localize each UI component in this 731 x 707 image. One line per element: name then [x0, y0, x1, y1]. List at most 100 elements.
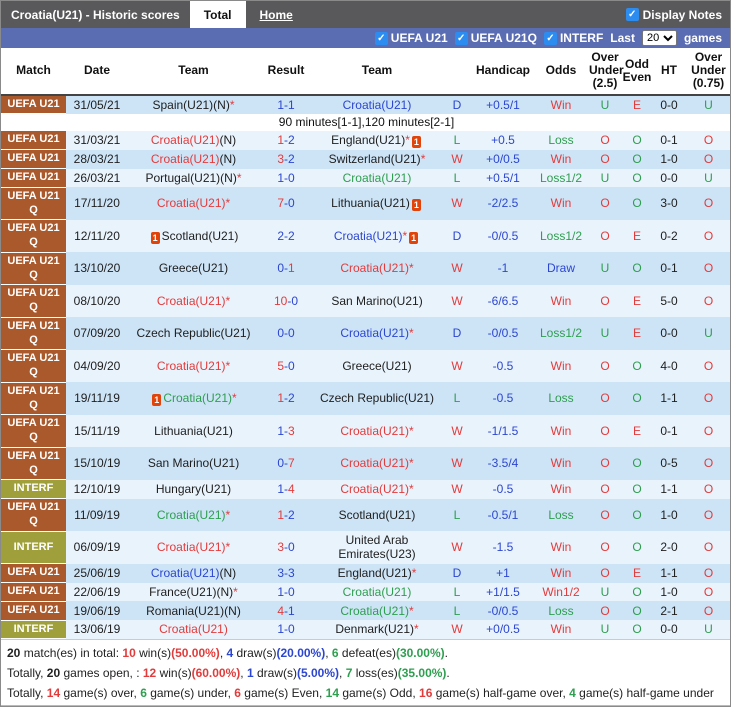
- half-time-score: 0-1: [653, 252, 685, 285]
- league-badge: UEFA U21 Q: [7, 417, 60, 444]
- star-marker: *: [409, 326, 414, 341]
- odd-even: E: [621, 563, 653, 583]
- tab-total[interactable]: Total: [189, 1, 246, 28]
- odds-result: Win: [533, 149, 589, 169]
- column-header-handicap: Handicap: [473, 48, 533, 96]
- summary-segment: .: [446, 666, 450, 681]
- over-under-075: U: [685, 620, 730, 639]
- league-badge: UEFA U21 Q: [7, 287, 60, 314]
- away-team: Scotland(U21): [313, 498, 441, 532]
- half-time-score: 3-0: [653, 187, 685, 220]
- over-under-075: O: [685, 563, 730, 583]
- league-cell: UEFA U21 Q: [1, 414, 66, 448]
- over-under-075: U: [685, 317, 730, 350]
- away-team: Croatia(U21)*: [313, 601, 441, 621]
- match-score: 1-2: [259, 498, 313, 532]
- league-cell: UEFA U21: [1, 94, 66, 115]
- team-name: Czech Republic(U21): [136, 326, 251, 341]
- league-badge: INTERF: [13, 482, 54, 495]
- odds-result: Win: [533, 620, 589, 639]
- filter-uefa-u21[interactable]: ✓ UEFA U21: [374, 31, 448, 45]
- column-header-over-under-25: Over Under (2.5): [589, 48, 624, 96]
- home-team: Hungary(U21): [128, 479, 259, 499]
- match-date: 25/06/19: [66, 563, 128, 583]
- league-badge: INTERF: [13, 540, 54, 553]
- team-name: Croatia(U21): [150, 133, 220, 148]
- last-label: Last: [610, 31, 635, 45]
- match-row: UEFA U21 Q 11/09/19 Croatia(U21)* 1-2 Scotlan…: [1, 498, 730, 532]
- odds-result: Loss: [533, 130, 589, 150]
- away-team: Switzerland(U21)*: [313, 149, 441, 169]
- league-badge: UEFA U21: [7, 603, 60, 616]
- star-marker: *: [236, 170, 242, 185]
- handicap-value: -3.5/4: [473, 447, 533, 480]
- odd-even: O: [621, 187, 653, 220]
- summary-segment: (30.00%): [395, 646, 445, 661]
- result-letter: D: [441, 563, 473, 583]
- league-cell: UEFA U21: [1, 130, 66, 151]
- team-name: Spain(U21): [152, 97, 214, 112]
- column-header-ht: HT: [653, 48, 685, 96]
- odds-result: Loss: [533, 498, 589, 532]
- summary-segment: Totally,: [7, 686, 47, 701]
- filter-label: UEFA U21Q: [470, 31, 537, 45]
- star-marker: *: [232, 391, 237, 406]
- home-team: Croatia(U21)(N): [128, 130, 259, 150]
- odd-even: O: [621, 498, 653, 532]
- over-under-075: U: [685, 168, 730, 188]
- filter-interf[interactable]: ✓ INTERF: [543, 31, 603, 45]
- half-time-score: 0-1: [653, 414, 685, 448]
- handicap-value: +1: [473, 563, 533, 583]
- team-name: Croatia(U21): [340, 326, 410, 341]
- summary-line: Totally, 20 games open, : 12 win(s)(60.0…: [7, 663, 724, 683]
- summary-segment: 12: [142, 666, 157, 681]
- result-letter: L: [441, 601, 473, 621]
- league-cell: UEFA U21 Q: [1, 447, 66, 481]
- summary-segment: 10: [122, 646, 136, 661]
- table-header-row: Match Date Team Result Team Handicap Odd…: [1, 48, 730, 96]
- star-marker: *: [409, 603, 414, 618]
- team-name: Croatia(U21): [340, 482, 410, 497]
- summary-segment: (60.00%): [191, 666, 241, 681]
- red-card-icon: 1: [411, 135, 421, 148]
- handicap-value: -0.5: [473, 479, 533, 499]
- checkbox-checked-icon[interactable]: ✓: [454, 31, 468, 45]
- match-date: 26/03/21: [66, 168, 128, 188]
- result-letter: W: [441, 187, 473, 220]
- home-team: Croatia(U21)*: [128, 349, 259, 383]
- star-marker: *: [409, 423, 414, 438]
- summary-segment: win(s): [135, 646, 172, 661]
- handicap-value: -2/2.5: [473, 187, 533, 220]
- team-name: Croatia(U21): [159, 622, 228, 637]
- last-games-select[interactable]: 20: [641, 30, 677, 46]
- checkbox-checked-icon[interactable]: ✓: [374, 31, 388, 45]
- filter-bar: ✓ UEFA U21 ✓ UEFA U21Q ✓ INTERF Last 20 …: [1, 28, 730, 48]
- result-letter: W: [441, 252, 473, 285]
- match-score: 7-0: [259, 187, 313, 220]
- display-notes-checkbox[interactable]: ✓: [625, 8, 639, 21]
- summary-segment: draw(s): [233, 646, 277, 661]
- home-team: 1 Scotland(U21): [128, 219, 259, 253]
- tab-home[interactable]: Home: [246, 1, 307, 28]
- match-score: 1-0: [259, 620, 313, 639]
- odds-result: Win1/2: [533, 582, 589, 602]
- league-cell: INTERF: [1, 620, 66, 640]
- league-cell: UEFA U21: [1, 601, 66, 621]
- column-header-team-away: Team: [313, 48, 441, 96]
- over-under-075: O: [685, 601, 730, 621]
- odds-result: Loss1/2: [533, 317, 589, 350]
- match-score: 1-0: [259, 168, 313, 188]
- filter-uefa-u21q[interactable]: ✓ UEFA U21Q: [454, 31, 537, 45]
- home-team: France(U21)(N)*: [128, 582, 259, 602]
- column-header-match: Match: [1, 48, 66, 96]
- checkbox-checked-icon[interactable]: ✓: [543, 31, 557, 45]
- away-team: Croatia(U21)*: [313, 447, 441, 480]
- match-date: 19/06/19: [66, 601, 128, 621]
- column-header-over-under-075: Over Under (0.75): [685, 48, 730, 96]
- result-letter: L: [441, 382, 473, 415]
- result-letter: W: [441, 447, 473, 480]
- league-badge: UEFA U21 Q: [7, 352, 60, 379]
- odd-even: E: [621, 94, 653, 114]
- over-under-25: O: [589, 219, 621, 253]
- match-score: 1-0: [259, 582, 313, 602]
